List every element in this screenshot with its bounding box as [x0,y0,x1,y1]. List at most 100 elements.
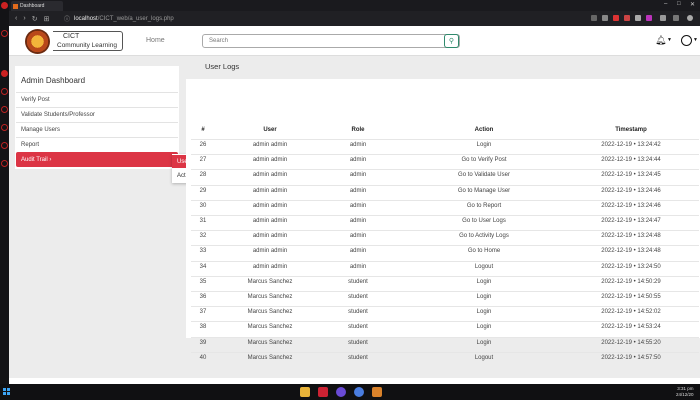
table-cell: 2022-12-19 • 13:24:46 [601,202,661,209]
camera-icon[interactable] [591,15,597,21]
apps-icon[interactable]: ⊞ [44,15,50,23]
opera-taskbar-icon[interactable] [318,387,328,397]
download-icon[interactable] [673,15,679,21]
admin-sidebar: Admin Dashboard Verify Post Validate Stu… [15,66,179,169]
table-row-divider [191,260,699,262]
table-cell: Login [476,278,492,285]
opera-icon[interactable] [1,2,8,9]
sidebar-shortcut-icon[interactable] [1,70,8,77]
table-cell: 2022-12-19 • 13:24:48 [601,248,661,255]
table-cell: student [348,278,368,285]
info-icon[interactable]: ⓘ [64,14,70,23]
table-row-divider [191,291,699,292]
table-row-divider [191,321,699,323]
adblock-icon[interactable] [613,15,619,21]
table-cell: Go to Report [466,202,502,209]
table-row-divider [191,169,699,171]
table-cell: student [348,339,368,346]
user-avatar-icon[interactable] [681,35,692,46]
column-header: Role [351,127,365,133]
notification-bell-icon[interactable]: 🔔︎ [655,35,666,46]
sidebar-shortcut-icon[interactable] [1,160,8,167]
table-row-divider [191,336,699,338]
sidebar-shortcut-icon[interactable] [1,30,8,37]
table-cell: Go to Activity Logs [459,233,509,240]
table-cell: Login [476,294,492,300]
table-cell: 2022-12-19 • 13:24:44 [601,157,661,164]
table-row-divider [191,275,699,277]
table-cell: admin [349,263,367,270]
table-cell: 2022-12-19 • 14:55:20 [601,339,661,346]
menu-icon[interactable] [660,15,666,21]
search-input[interactable]: Search ⚲ [202,34,460,48]
sidebar-shortcut-icon[interactable] [1,142,8,149]
table-cell: 2022-12-19 • 13:24:48 [601,233,661,240]
extension-icon[interactable] [602,15,608,21]
table-cell: 2022-12-19 • 13:24:46 [601,187,661,194]
table-cell: Login [476,339,492,346]
table-cell: admin [349,172,367,179]
sidebar-shortcut-icon[interactable] [1,88,8,95]
xampp-icon[interactable] [372,387,382,397]
site-header: CICT Community Learning Home Search ⚲ 🔔︎… [9,26,700,56]
maximize-icon[interactable]: □ [677,1,681,7]
messenger-taskbar-icon[interactable] [336,387,346,397]
chevron-down-icon[interactable]: ▼ [667,37,672,43]
address-bar: ‹ › ↻ ⊞ ⓘ localhost /CICT_web/a_user_log… [9,11,700,26]
sidebar-shortcut-icon[interactable] [1,106,8,113]
forward-icon[interactable]: › [23,15,25,22]
home-link[interactable]: Home [146,37,165,44]
table-cell: Login [476,309,492,316]
table-cell: student [348,354,368,361]
page-title: User Logs [205,62,240,71]
table-cell: 2022-12-19 • 13:24:50 [601,263,661,270]
table-cell: 2022-12-19 • 14:52:02 [601,309,661,316]
table-cell: Go to User Logs [462,218,506,224]
windows-start-icon[interactable] [3,388,10,395]
minimize-icon[interactable]: – [664,1,667,7]
table-row-divider [191,230,699,232]
sidebar-item-verify-post[interactable]: Verify Post [16,92,178,107]
messenger-icon[interactable] [646,15,652,21]
table-cell: Logout [474,263,494,270]
snapshot-icon[interactable] [635,15,641,21]
table-row-divider [191,139,699,140]
chevron-down-icon[interactable]: ▼ [693,37,698,43]
table-cell: Login [476,324,492,331]
sidebar-item-validate-users[interactable]: Validate Students/Professor [16,107,178,122]
college-logo[interactable] [25,29,50,54]
close-icon[interactable]: ✕ [690,1,695,8]
column-header: Timestamp [615,127,647,133]
table-row-divider [191,154,699,156]
app-taskbar-icon[interactable] [354,387,364,397]
table-row-divider [191,215,699,216]
brand-box[interactable]: CICT Community Learning [53,31,123,51]
file-explorer-icon[interactable] [300,387,310,397]
favicon-icon [13,3,18,9]
reload-icon[interactable]: ↻ [32,15,38,23]
url-host: localhost [74,15,98,22]
table-cell: 2022-12-19 • 14:57:50 [601,354,661,361]
url-field[interactable]: ⓘ localhost /CICT_web/a_user_logs.php [64,13,564,24]
table-cell: Go to Verify Post [461,157,507,164]
profile-icon[interactable] [687,15,693,21]
search-button[interactable]: ⚲ [444,34,459,48]
table-row-divider [191,199,699,201]
table-cell: 2022-12-19 • 14:53:24 [601,324,661,331]
table-cell: 2022-12-19 • 14:50:55 [601,294,661,300]
search-icon: ⚲ [448,38,455,45]
table-cell: Go to Manage User [457,187,511,194]
table-row-divider [191,351,699,353]
table-row-divider [191,184,699,186]
heart-icon[interactable] [624,15,630,21]
table-cell: admin [349,157,367,164]
browser-tab[interactable]: Dashboard [11,1,63,11]
system-clock[interactable]: 3:31 pm 24/12/20 [676,386,694,398]
browser-sidebar [0,0,9,384]
clock-date: 24/12/20 [676,392,694,397]
column-header: Action [474,127,494,133]
sidebar-shortcut-icon[interactable] [1,124,8,131]
tab-bar: Dashboard – □ ✕ [9,0,700,11]
search-placeholder: Search [209,38,229,44]
back-icon[interactable]: ‹ [15,15,17,22]
